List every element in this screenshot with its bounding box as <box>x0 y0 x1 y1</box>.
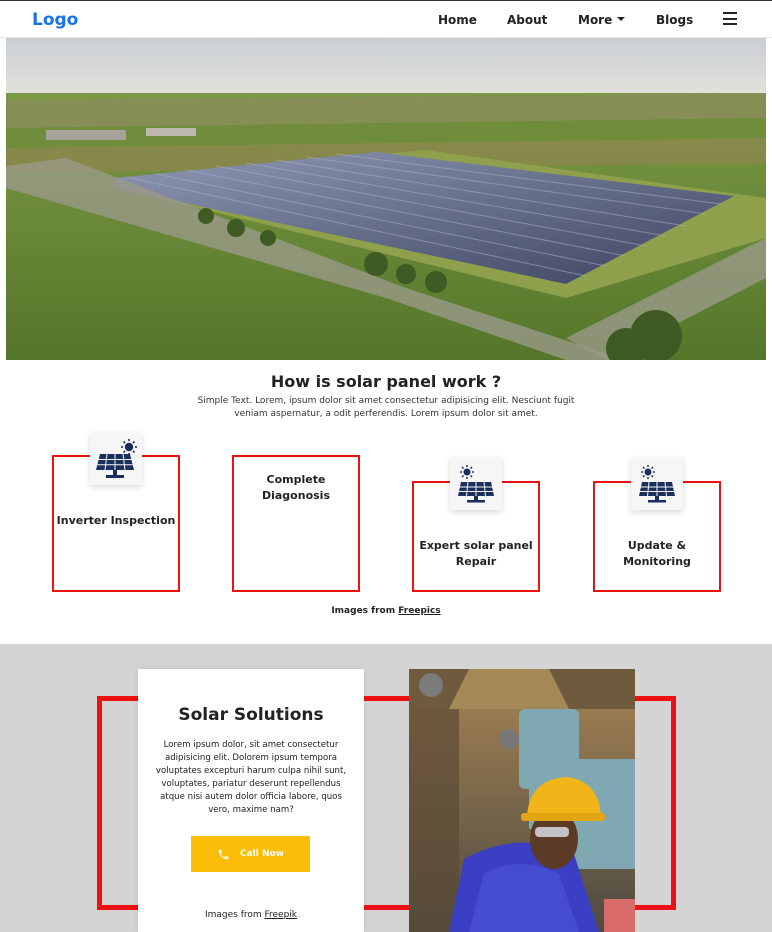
caret-down-icon <box>617 17 626 21</box>
freepics-link[interactable]: Freepics <box>398 606 440 616</box>
service-card-diagnosis: Complete Diagonosis <box>232 455 360 592</box>
nav-blogs-link[interactable]: Blogs <box>656 13 693 27</box>
call-now-button[interactable]: Call Now <box>191 836 310 872</box>
solar-panel-icon <box>90 433 142 485</box>
image-credit: Images from Freepics <box>0 606 772 616</box>
solutions-image-credit: Images from Freepik <box>138 910 364 920</box>
credit-prefix: Images from <box>204 910 265 920</box>
freepik-link[interactable]: Freepik <box>265 910 298 920</box>
card-label: Update & Monitoring <box>623 539 691 568</box>
solar-panel-icon <box>450 458 502 510</box>
section-description: Simple Text. Lorem, ipsum dolor sit amet… <box>197 396 575 419</box>
worker-photo <box>409 669 635 932</box>
phone-icon <box>218 849 229 859</box>
solutions-section: Solar Solutions Lorem ipsum dolor, sit a… <box>0 644 772 932</box>
call-now-label: Call Now <box>239 849 284 859</box>
solutions-card: Solar Solutions Lorem ipsum dolor, sit a… <box>138 669 364 932</box>
hamburger-menu-icon[interactable] <box>723 12 737 25</box>
credit-prefix: Images from <box>331 606 399 616</box>
solar-panel-icon <box>631 458 683 510</box>
nav-about-link[interactable]: About <box>507 13 547 27</box>
nav-home-link[interactable]: Home <box>438 13 477 27</box>
card-label: Expert solar panel Repair <box>419 539 533 568</box>
solutions-title: Solar Solutions <box>178 705 324 725</box>
navbar: Logo Home About More Blogs <box>0 0 772 38</box>
card-label: Inverter Inspection <box>56 514 176 527</box>
logo-link[interactable]: Logo <box>32 10 78 30</box>
solutions-text: Lorem ipsum dolor, sit amet consectetur … <box>155 740 347 815</box>
hero-image <box>6 38 766 360</box>
nav-more-dropdown[interactable]: More <box>578 13 626 27</box>
section-title: How is solar panel work ? <box>270 372 502 391</box>
card-label: Complete Diagonosis <box>261 473 330 502</box>
nav-more-label: More <box>578 13 613 27</box>
